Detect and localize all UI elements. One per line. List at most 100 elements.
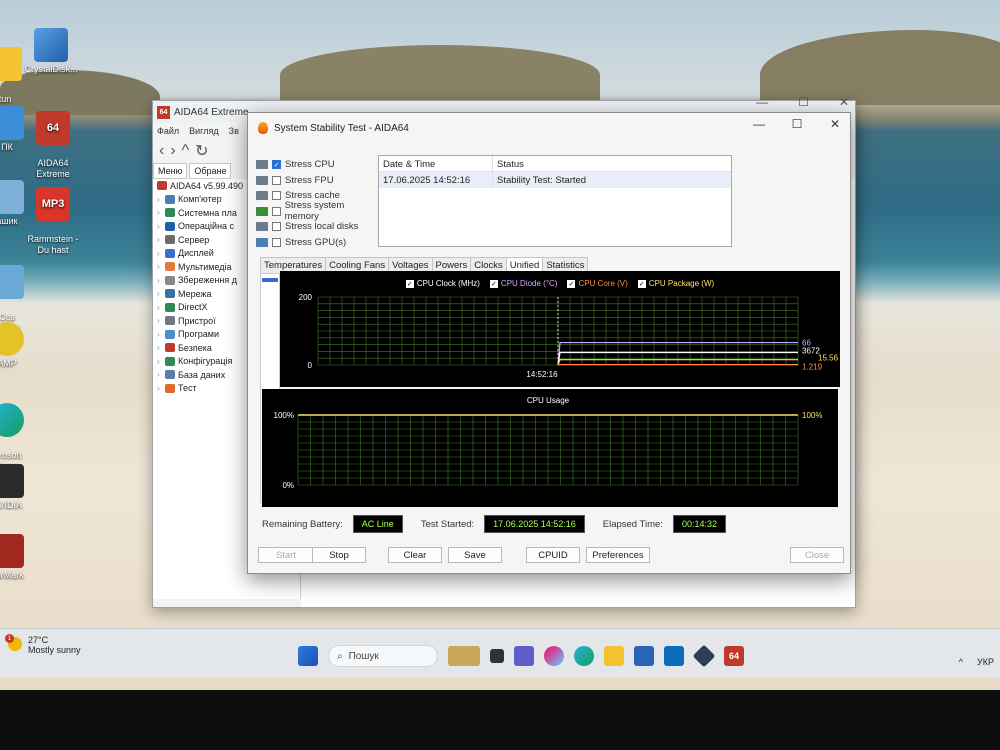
stress-options: ✓ Stress CPU Stress FPU Stress cache Str…: [256, 157, 378, 250]
app-cube-icon[interactable]: [692, 644, 716, 668]
tree-item-label: Збереження д: [178, 275, 237, 286]
taskbar: 1 27°C Mostly sunny ⌕ Пошук 64 ^ УКР: [0, 628, 1000, 678]
edge-icon[interactable]: [574, 646, 594, 666]
back-icon[interactable]: ‹: [159, 142, 164, 160]
language-indicator[interactable]: УКР: [977, 657, 994, 667]
taskbar-search[interactable]: ⌕ Пошук: [328, 645, 438, 667]
test-started-label: Test Started:: [420, 518, 475, 530]
value-readout: 1.219: [802, 363, 823, 372]
notification-badge: 1: [5, 634, 14, 643]
tree-item-label: Системна пла: [178, 207, 237, 218]
y-tick-label: 200: [299, 293, 313, 302]
tree-item-label: Мультимедіа: [178, 261, 232, 272]
chevron-right-icon: ›: [157, 316, 160, 326]
save-button[interactable]: Save: [448, 547, 502, 563]
amp-icon: [0, 322, 24, 356]
stress-option-label: Stress CPU: [285, 159, 335, 171]
stress-disks-checkbox[interactable]: [272, 222, 281, 232]
desktop-icon-label: ПК: [1, 142, 13, 152]
cpuid-button[interactable]: CPUID: [526, 547, 580, 563]
selection-indicator: [262, 278, 278, 282]
aida64-taskbar-icon[interactable]: 64: [724, 646, 744, 666]
windows-start-icon[interactable]: [298, 646, 318, 666]
stress-option-label: Stress system memory: [284, 200, 345, 223]
minimize-icon[interactable]: —: [756, 95, 768, 109]
stress-cpu-checkbox[interactable]: ✓: [272, 160, 281, 170]
outlook-icon[interactable]: [664, 646, 684, 666]
tree-item-icon: [165, 289, 175, 299]
column-header-status[interactable]: Status: [493, 156, 528, 171]
stress-fpu-option[interactable]: Stress FPU: [256, 173, 378, 189]
tree-item-label: Програми: [178, 329, 219, 340]
sun-icon: 1: [5, 634, 22, 651]
preferences-button[interactable]: Preferences: [586, 547, 650, 563]
start-button[interactable]: Start: [258, 547, 314, 563]
tray-overflow-icon[interactable]: ^: [959, 657, 963, 667]
tree-item-label: Дисплей: [178, 248, 214, 259]
desktop-icon-tuning[interactable]: tun ing: [0, 36, 40, 116]
chart-grid: [297, 414, 799, 486]
desktop-icon-nvidia[interactable]: NVIDIA: [0, 464, 42, 511]
stress-memory-option[interactable]: Stress system memory: [256, 200, 378, 222]
weather-widget[interactable]: 1 27°C Mostly sunny: [5, 634, 81, 655]
edge-icon: [0, 403, 24, 437]
desktop-icon-furmark[interactable]: FurMark: [0, 534, 42, 581]
close-button[interactable]: Close: [790, 547, 844, 563]
tree-item-label: Сервер: [178, 234, 210, 245]
desktop-icon-recycle[interactable]: ашик: [0, 180, 42, 227]
menu-file[interactable]: Файл: [157, 126, 179, 136]
y-tick-label: 100%: [274, 411, 294, 420]
computer-icon: [0, 106, 24, 140]
file-explorer-icon[interactable]: [604, 646, 624, 666]
chevron-right-icon: ›: [157, 383, 160, 393]
elapsed-time-label: Elapsed Time:: [602, 518, 663, 530]
desktop-icon-pc[interactable]: ПК: [0, 106, 42, 153]
stress-cpu-option[interactable]: ✓ Stress CPU: [256, 157, 378, 173]
tree-item-icon: [165, 302, 175, 312]
minimize-icon[interactable]: —: [750, 117, 768, 131]
store-icon[interactable]: [634, 646, 654, 666]
cpu-icon: [256, 160, 268, 170]
tree-item-label: Операційна с: [178, 221, 235, 232]
tree-root-label: AIDA64 v5.99.490: [170, 180, 244, 191]
refresh-icon[interactable]: ↻: [195, 141, 208, 161]
stress-cache-checkbox[interactable]: [272, 191, 281, 201]
tree-item-icon: [165, 275, 175, 285]
menu-report[interactable]: Зв: [229, 126, 239, 136]
column-header-datetime[interactable]: Date & Time: [379, 156, 493, 171]
clear-button[interactable]: Clear: [388, 547, 442, 563]
recycle-bin-icon: [0, 180, 24, 214]
stop-button[interactable]: Stop: [312, 547, 366, 563]
search-icon: ⌕: [337, 650, 343, 662]
status-log-table: Date & Time Status 17.06.2025 14:52:16 S…: [378, 155, 732, 247]
close-icon[interactable]: ✕: [839, 95, 849, 109]
close-icon[interactable]: ✕: [826, 117, 844, 131]
widgets-icon[interactable]: [448, 646, 480, 666]
stress-gpu-option[interactable]: Stress GPU(s): [256, 235, 378, 251]
stress-memory-checkbox[interactable]: [271, 206, 281, 216]
tab-menu[interactable]: Меню: [153, 163, 188, 179]
maximize-icon[interactable]: ☐: [788, 117, 806, 131]
stress-option-label: Stress local disks: [285, 221, 359, 233]
cpu-usage-chart: CPU Usage 100% 0% 100%: [262, 389, 838, 507]
elapsed-time-value: 00:14:32: [672, 515, 726, 533]
chevron-right-icon: ›: [157, 221, 160, 231]
maximize-icon[interactable]: ☐: [798, 95, 809, 109]
tab-favorites[interactable]: Обране: [189, 163, 232, 179]
teams-icon[interactable]: [514, 646, 534, 666]
stress-gpu-checkbox[interactable]: [272, 237, 281, 247]
desktop-icon-amp[interactable]: AMP: [0, 322, 42, 369]
search-placeholder: Пошук: [348, 650, 379, 662]
tree-item-label: Безпека: [178, 342, 212, 353]
copilot-icon[interactable]: [544, 646, 564, 666]
task-view-icon[interactable]: [490, 649, 504, 663]
forward-icon[interactable]: ›: [170, 142, 175, 160]
tree-item-icon: [165, 329, 175, 339]
folder-icon: [0, 47, 22, 81]
stress-fpu-checkbox[interactable]: [272, 175, 281, 185]
up-icon[interactable]: ^: [182, 142, 190, 160]
table-row[interactable]: 17.06.2025 14:52:16 Stability Test: Star…: [379, 172, 731, 188]
menu-view[interactable]: Вигляд: [189, 126, 219, 136]
desktop-icon-edge[interactable]: icrosoft Edge: [0, 392, 42, 472]
chevron-right-icon: ›: [157, 356, 160, 366]
